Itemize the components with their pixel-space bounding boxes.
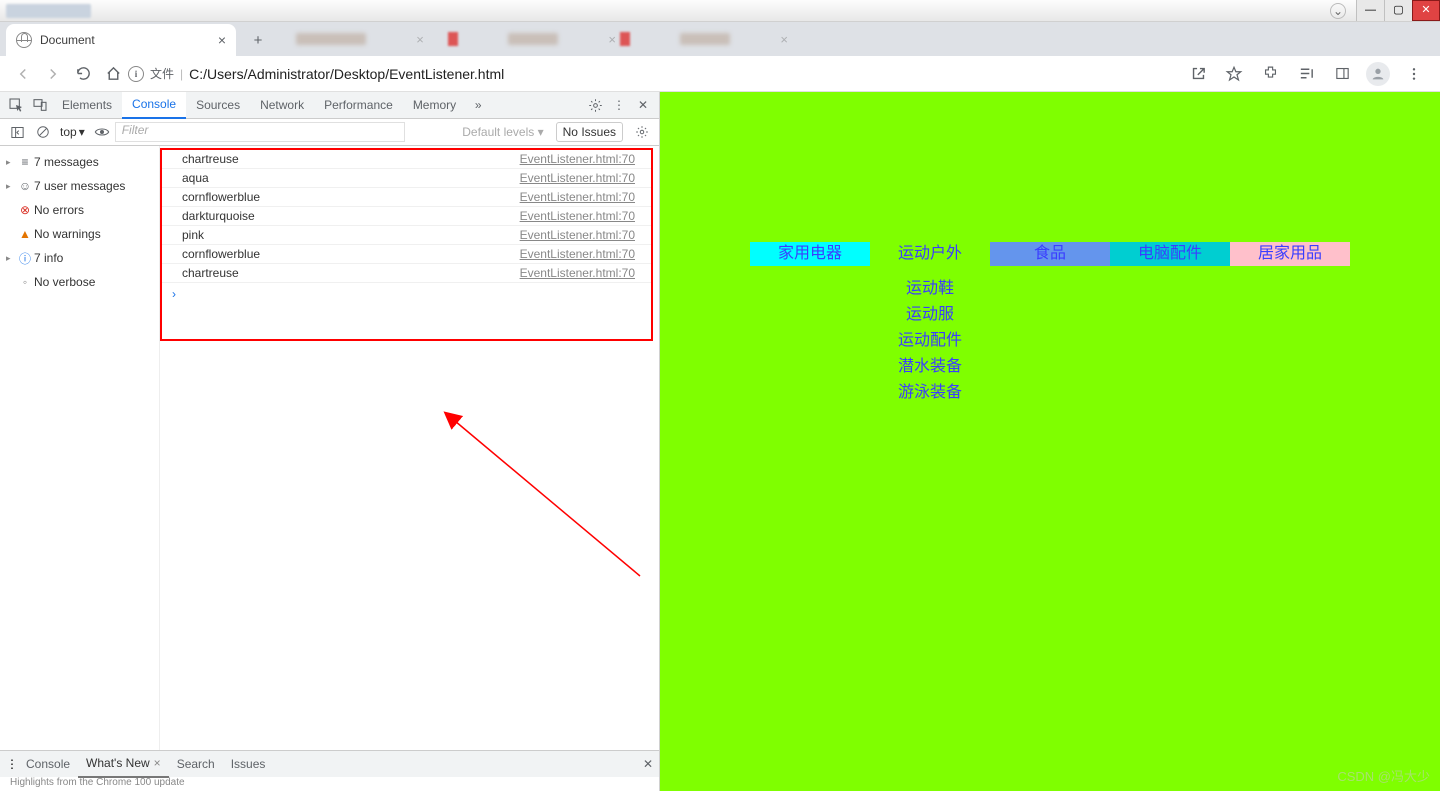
- os-titlebar: ⌄ — ▢ ✕: [0, 0, 1440, 22]
- window-minimize-button[interactable]: —: [1356, 0, 1384, 21]
- context-selector[interactable]: top▾: [56, 123, 89, 141]
- clear-console-icon[interactable]: [32, 121, 54, 143]
- tab-close-icon[interactable]: ×: [218, 32, 226, 48]
- drawer-content-teaser: Highlights from the Chrome 100 update: [0, 777, 659, 791]
- extensions-icon[interactable]: [1258, 62, 1282, 86]
- back-button[interactable]: [11, 62, 35, 86]
- levels-selector[interactable]: Default levels ▾: [456, 125, 549, 139]
- sidebar-info[interactable]: ▸ⓘ7 info: [0, 246, 159, 270]
- watermark: CSDN @冯大少: [1337, 766, 1430, 785]
- tab-title: Document: [40, 33, 95, 47]
- live-expression-icon[interactable]: [91, 121, 113, 143]
- sidebar-errors[interactable]: ⊗No errors: [0, 198, 159, 222]
- info-icon[interactable]: i: [128, 66, 144, 82]
- tab-sources[interactable]: Sources: [186, 92, 250, 119]
- share-icon[interactable]: [1186, 62, 1210, 86]
- browser-tab-active[interactable]: Document ×: [6, 24, 236, 56]
- bookmark-icon[interactable]: [1222, 62, 1246, 86]
- sidebar-warnings[interactable]: ▲No warnings: [0, 222, 159, 246]
- devtools-panel: Elements Console Sources Network Perform…: [0, 92, 660, 791]
- browser-tabstrip: Document × + × × ×: [0, 22, 1440, 56]
- inspect-icon[interactable]: [4, 93, 28, 117]
- tabstrip-dropdown[interactable]: ⌄: [1330, 3, 1346, 19]
- devtools-drawer: ⋮ Console What's New× Search Issues ✕: [0, 750, 659, 777]
- no-issues-button[interactable]: No Issues: [556, 122, 623, 142]
- home-button[interactable]: [101, 62, 125, 86]
- menu-icon[interactable]: [1402, 62, 1426, 86]
- window-close-button[interactable]: ✕: [1412, 0, 1440, 21]
- tab-memory[interactable]: Memory: [403, 92, 466, 119]
- device-icon[interactable]: [28, 93, 52, 117]
- log-row[interactable]: pinkEventListener.html:70: [162, 226, 651, 245]
- drawer-close-icon[interactable]: ✕: [643, 757, 653, 771]
- log-row[interactable]: chartreuseEventListener.html:70: [162, 264, 651, 283]
- sidebar-verbose[interactable]: ◦No verbose: [0, 270, 159, 294]
- log-row[interactable]: cornflowerblueEventListener.html:70: [162, 245, 651, 264]
- log-row[interactable]: darkturquoiseEventListener.html:70: [162, 207, 651, 226]
- log-row[interactable]: chartreuseEventListener.html:70: [162, 150, 651, 169]
- submenu-item[interactable]: 潜水装备: [870, 354, 990, 380]
- side-panel-icon[interactable]: [1330, 62, 1354, 86]
- submenu-item[interactable]: 运动服: [870, 302, 990, 328]
- sidebar-user-messages[interactable]: ▸☺7 user messages: [0, 174, 159, 198]
- drawer-tab-whatsnew[interactable]: What's New×: [78, 751, 169, 778]
- nav-item[interactable]: 居家用品: [1230, 242, 1350, 266]
- devtools-close-icon[interactable]: ✕: [631, 93, 655, 117]
- nav-item[interactable]: 电脑配件: [1110, 242, 1230, 266]
- tab-performance[interactable]: Performance: [314, 92, 403, 119]
- nav-item[interactable]: 运动户外: [870, 242, 990, 266]
- blurred-region: [6, 4, 91, 18]
- drawer-tab-issues[interactable]: Issues: [223, 751, 274, 778]
- drawer-tab-search[interactable]: Search: [169, 751, 223, 778]
- url-text: C:/Users/Administrator/Desktop/EventList…: [189, 66, 504, 82]
- console-log-area: chartreuseEventListener.html:70 aquaEven…: [160, 146, 659, 750]
- toggle-sidebar-icon[interactable]: [6, 121, 28, 143]
- tab-network[interactable]: Network: [250, 92, 314, 119]
- new-tab-button[interactable]: +: [244, 26, 272, 54]
- submenu-item[interactable]: 运动鞋: [870, 276, 990, 302]
- url-scheme-label: 文件: [150, 65, 174, 82]
- console-toolbar: top▾ Filter Default levels ▾ No Issues: [0, 119, 659, 146]
- console-sidebar: ▸≡7 messages ▸☺7 user messages ⊗No error…: [0, 146, 160, 750]
- drawer-tab-console[interactable]: Console: [18, 751, 78, 778]
- filter-input[interactable]: Filter: [115, 122, 405, 142]
- reading-list-icon[interactable]: [1294, 62, 1318, 86]
- submenu-item[interactable]: 游泳装备: [870, 380, 990, 406]
- console-settings-icon[interactable]: [631, 121, 653, 143]
- sidebar-messages[interactable]: ▸≡7 messages: [0, 150, 159, 174]
- reload-button[interactable]: [71, 62, 95, 86]
- log-row[interactable]: cornflowerblueEventListener.html:70: [162, 188, 651, 207]
- tab-elements[interactable]: Elements: [52, 92, 122, 119]
- settings-icon[interactable]: [583, 93, 607, 117]
- address-bar[interactable]: i 文件 | C:/Users/Administrator/Desktop/Ev…: [128, 60, 1180, 88]
- nav-item[interactable]: 食品: [990, 242, 1110, 266]
- submenu: 运动鞋 运动服 运动配件 潜水装备 游泳装备: [870, 276, 990, 406]
- browser-toolbar: i 文件 | C:/Users/Administrator/Desktop/Ev…: [0, 56, 1440, 92]
- more-tabs-icon[interactable]: »: [466, 93, 490, 117]
- blurred-tabs: × × ×: [276, 22, 788, 56]
- highlight-box: chartreuseEventListener.html:70 aquaEven…: [160, 148, 653, 341]
- forward-button[interactable]: [41, 62, 65, 86]
- rendered-page: 家用电器 运动户外 食品 电脑配件 居家用品 运动鞋 运动服 运动配件 潜水装备…: [660, 92, 1440, 791]
- console-prompt[interactable]: ›: [162, 283, 651, 305]
- nav-bar: 家用电器 运动户外 食品 电脑配件 居家用品: [750, 242, 1350, 266]
- nav-item[interactable]: 家用电器: [750, 242, 870, 266]
- tab-console[interactable]: Console: [122, 92, 186, 119]
- log-row[interactable]: aquaEventListener.html:70: [162, 169, 651, 188]
- globe-icon: [16, 32, 32, 48]
- devtools-tabbar: Elements Console Sources Network Perform…: [0, 92, 659, 119]
- drawer-kebab-icon[interactable]: ⋮: [6, 757, 18, 771]
- window-maximize-button[interactable]: ▢: [1384, 0, 1412, 21]
- submenu-item[interactable]: 运动配件: [870, 328, 990, 354]
- kebab-icon[interactable]: ⋮: [607, 93, 631, 117]
- profile-button[interactable]: [1366, 62, 1390, 86]
